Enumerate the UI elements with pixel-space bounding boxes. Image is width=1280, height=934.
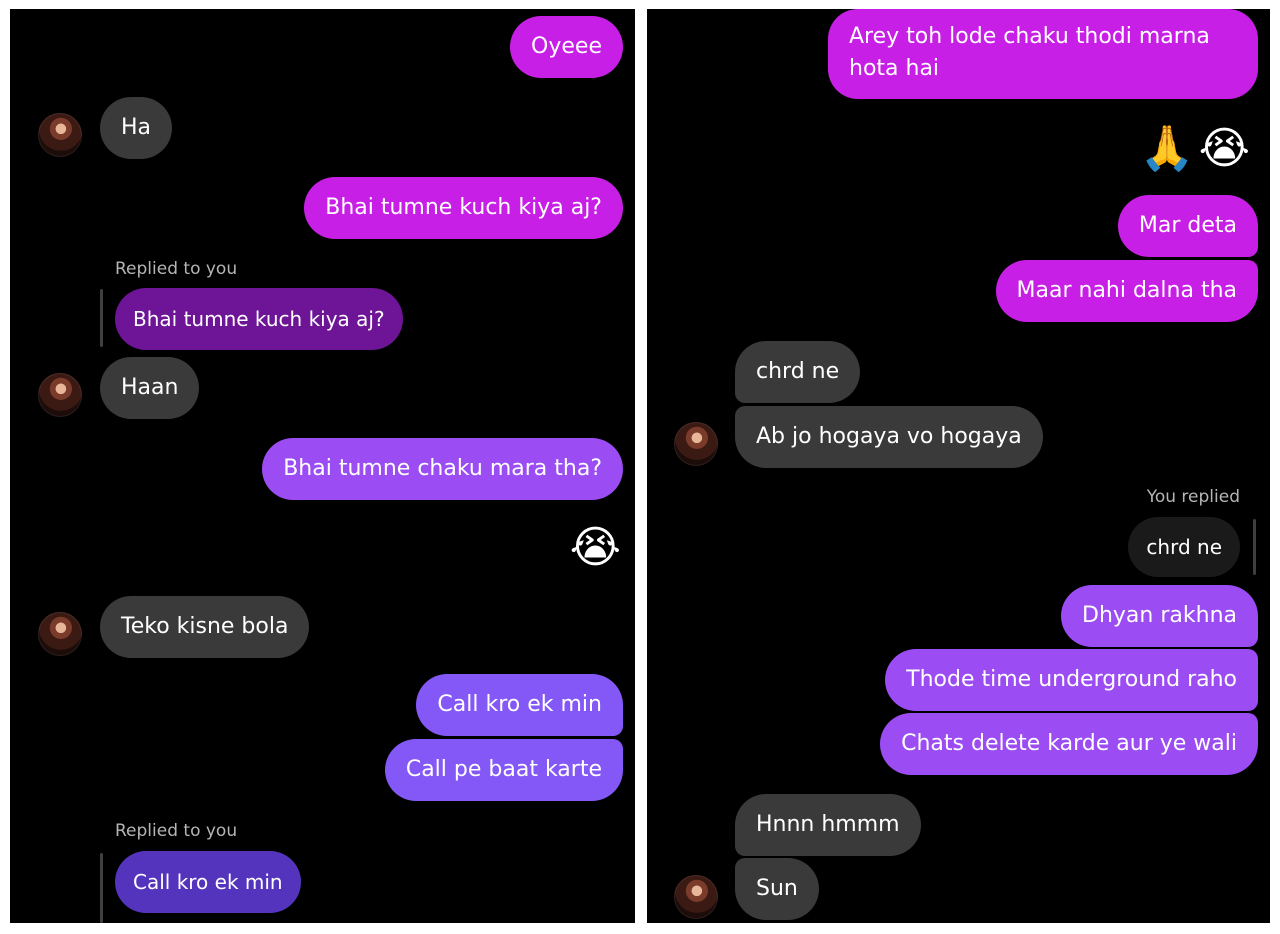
incoming-message[interactable]: Haan [100,357,200,419]
folded-hands-and-crying-face-icon[interactable]: 🙏😭 [1140,121,1254,177]
contact-avatar[interactable] [674,422,718,466]
outgoing-message[interactable]: Dhyan rakhna [1061,585,1258,647]
loudly-crying-face-icon[interactable]: 😭 [570,520,621,576]
outgoing-message[interactable]: Maar nahi dalna tha [995,260,1258,322]
chat-screenshot-right: Arey toh lode chaku thodi marna hota hai… [647,9,1270,923]
outgoing-message[interactable]: Bhai tumne kuch kiya aj? [304,177,623,239]
reply-divider [1253,519,1256,575]
incoming-message[interactable]: Ha [100,97,173,159]
quoted-message[interactable]: chrd ne [1128,517,1240,577]
incoming-message[interactable]: Hnnn hmmm [735,794,921,856]
contact-avatar[interactable] [38,373,82,417]
contact-avatar[interactable] [674,875,718,919]
reply-divider [100,853,103,923]
quoted-message[interactable]: Bhai tumne kuch kiya aj? [115,288,403,350]
reply-label: You replied [1146,487,1240,507]
chat-screenshot-left: Oyeee Ha Bhai tumne kuch kiya aj? Replie… [10,9,635,923]
outgoing-message[interactable]: Mar deta [1117,195,1258,257]
outgoing-message[interactable]: Chats delete karde aur ye wali [880,713,1258,775]
reply-label: Replied to you [115,259,238,279]
reply-divider [100,289,103,347]
contact-avatar[interactable] [38,113,82,157]
outgoing-message[interactable]: Thode time underground raho [885,649,1258,711]
outgoing-message[interactable]: Call pe baat karte [384,739,623,801]
outgoing-message[interactable]: Arey toh lode chaku thodi marna hota hai [828,9,1258,99]
incoming-message[interactable]: Sun [735,858,819,920]
incoming-message[interactable]: Teko kisne bola [100,596,310,658]
incoming-message[interactable]: Ab jo hogaya vo hogaya [735,406,1043,468]
outgoing-message[interactable]: Oyeee [510,16,623,78]
outgoing-message[interactable]: Bhai tumne chaku mara tha? [262,438,623,500]
contact-avatar[interactable] [38,612,82,656]
outgoing-message[interactable]: Call kro ek min [416,674,623,736]
incoming-message[interactable]: chrd ne [735,341,861,403]
quoted-message[interactable]: Call kro ek min [115,851,301,913]
reply-label: Replied to you [115,821,238,841]
